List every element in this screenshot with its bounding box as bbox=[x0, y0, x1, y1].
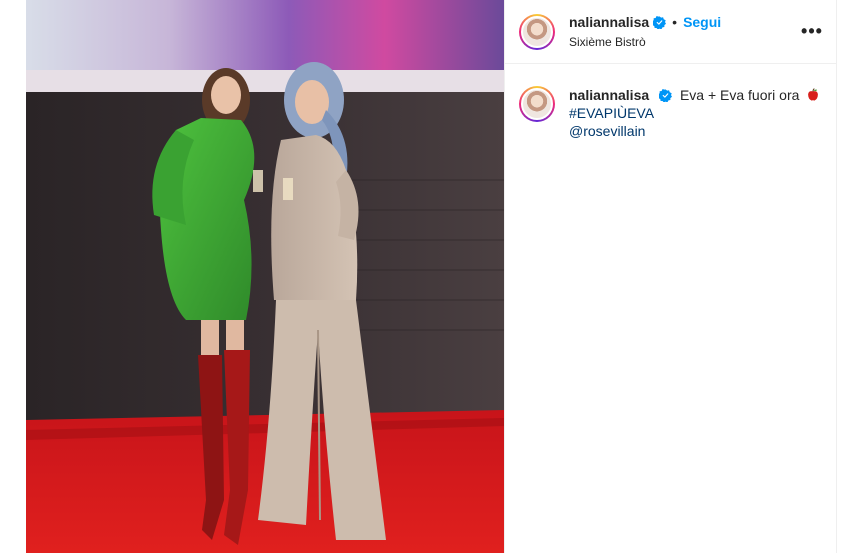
verified-badge-icon bbox=[659, 89, 673, 102]
post-side-panel: naliannalisa • Segui Sixième Bistrò ••• … bbox=[504, 0, 837, 553]
caption-body: naliannalisa Eva + Eva fuori ora #EVAPIÙ… bbox=[569, 86, 820, 140]
header-username-row: naliannalisa • Segui bbox=[569, 14, 800, 30]
post-photo[interactable] bbox=[26, 0, 504, 553]
post-header: naliannalisa • Segui Sixième Bistrò ••• bbox=[505, 0, 836, 64]
author-avatar[interactable] bbox=[519, 13, 555, 50]
instagram-post: naliannalisa • Segui Sixième Bistrò ••• … bbox=[26, 0, 837, 553]
more-options-icon[interactable]: ••• bbox=[800, 20, 824, 44]
avatar-image bbox=[521, 15, 553, 48]
caption-text: Eva + Eva fuori ora bbox=[679, 87, 800, 103]
caption-mention[interactable]: @rosevillain bbox=[569, 122, 820, 140]
separator-dot: • bbox=[672, 14, 678, 30]
verified-badge-icon bbox=[653, 15, 667, 29]
post-caption: naliannalisa Eva + Eva fuori ora #EVAPIÙ… bbox=[505, 64, 836, 140]
caption-avatar[interactable] bbox=[519, 86, 555, 122]
author-username[interactable]: naliannalisa bbox=[569, 14, 649, 30]
photo-illustration bbox=[26, 0, 504, 553]
avatar-image bbox=[521, 88, 553, 120]
header-text: naliannalisa • Segui Sixième Bistrò bbox=[569, 14, 800, 49]
apple-emoji bbox=[808, 88, 819, 101]
caption-hashtag[interactable]: #EVAPIÙEVA bbox=[569, 104, 820, 122]
caption-username[interactable]: naliannalisa bbox=[569, 87, 649, 103]
post-location[interactable]: Sixième Bistrò bbox=[569, 35, 800, 49]
follow-button[interactable]: Segui bbox=[683, 14, 721, 30]
